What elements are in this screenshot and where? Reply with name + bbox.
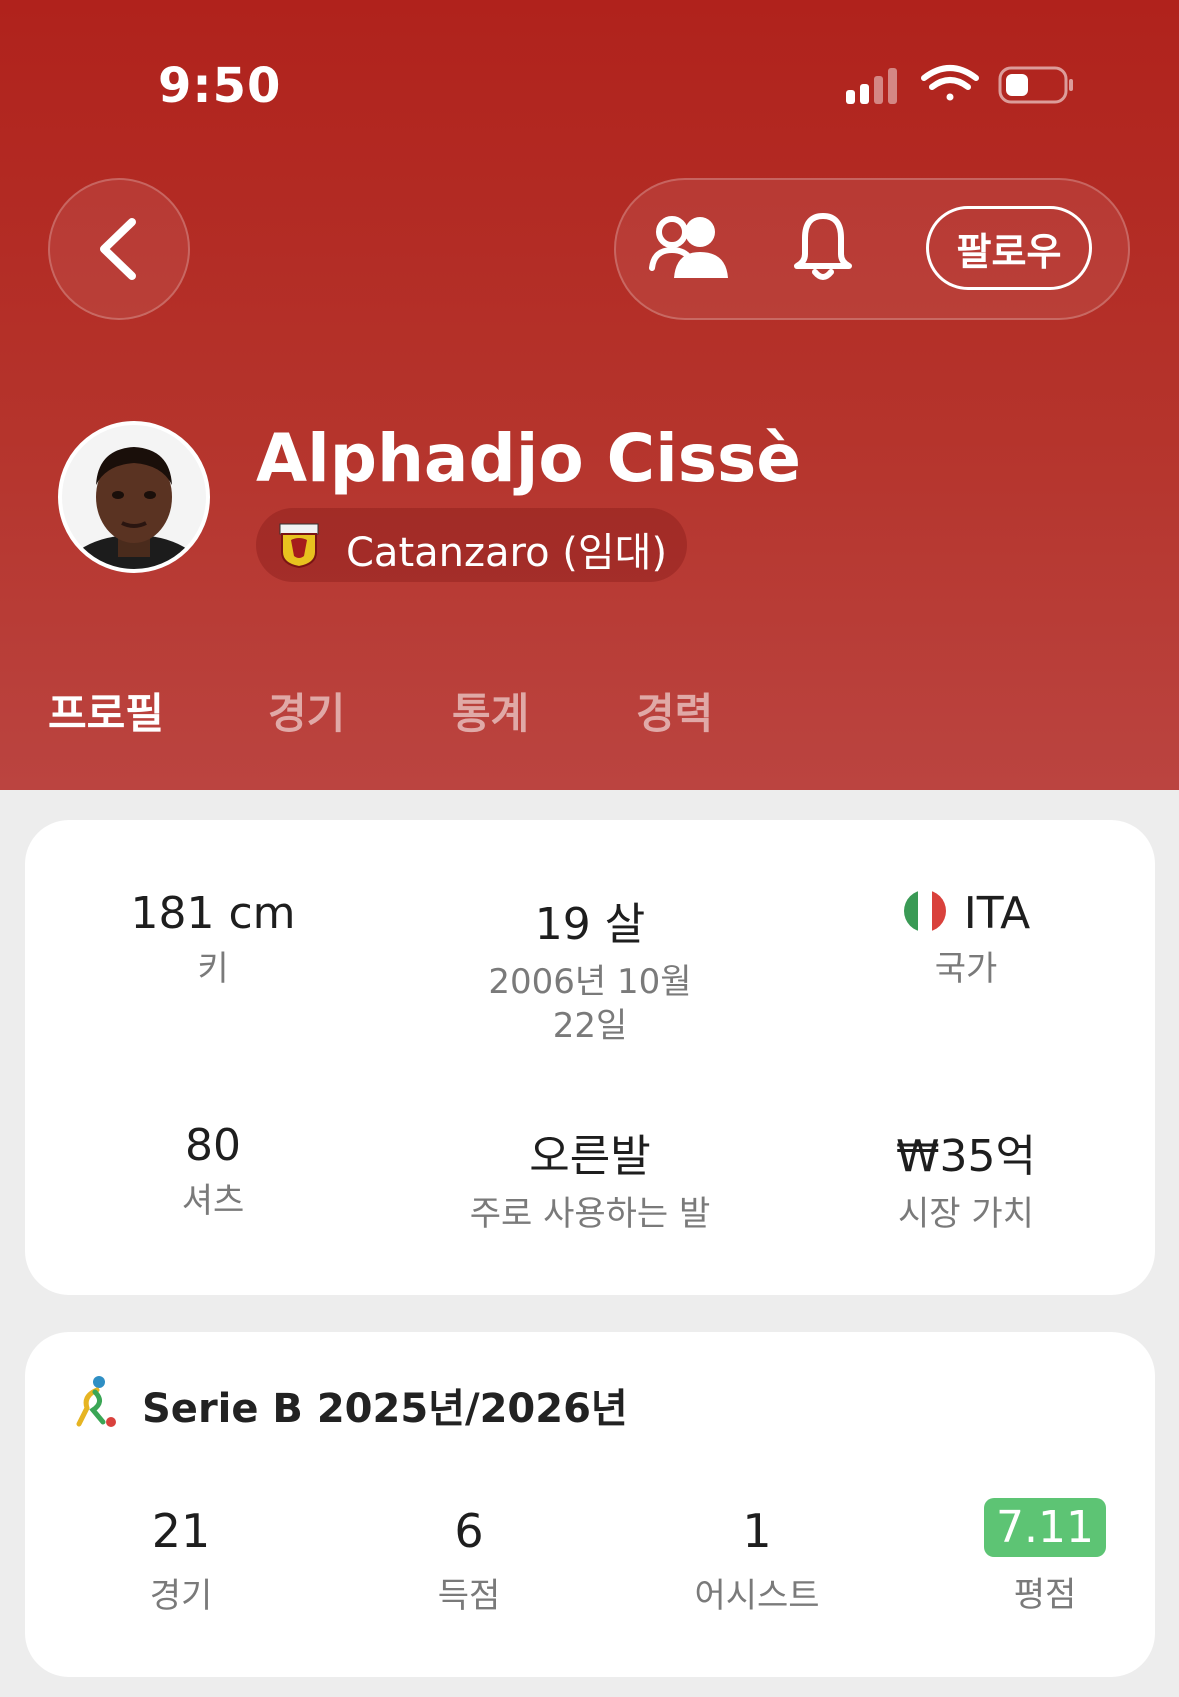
- birthdate-line2: 22일: [552, 1006, 628, 1046]
- tab-career[interactable]: 경력: [636, 680, 713, 741]
- market-value-stat: ₩35억 시장 가치: [778, 1120, 1154, 1236]
- shirt-value: 80: [185, 1120, 241, 1171]
- foot-value: 오른발: [529, 1131, 651, 1182]
- assists-label: 어시스트: [694, 1576, 820, 1616]
- country-label: 국가: [934, 949, 998, 989]
- rating-label: 평점: [1013, 1575, 1077, 1615]
- serie-b-logo-icon: [76, 1376, 116, 1427]
- foot-label: 주로 사용하는 발: [469, 1194, 711, 1234]
- tab-bar: 프로필 경기 통계 경력: [0, 680, 1179, 750]
- country-value: ITA: [778, 888, 1154, 939]
- back-button[interactable]: [48, 178, 190, 320]
- club-crest-icon: [279, 523, 319, 568]
- height-label: 키: [197, 949, 229, 989]
- wifi-icon: [921, 65, 979, 101]
- country-code: ITA: [963, 888, 1031, 939]
- birthdate-line1: 2006년 10월: [488, 962, 692, 1002]
- appearances-value: 21: [151, 1504, 211, 1558]
- player-name: Alphadjo Cissè: [256, 420, 802, 497]
- battery-icon: [998, 66, 1073, 104]
- season-goals: 6 득점: [328, 1504, 610, 1617]
- age-value: 19 살: [534, 899, 646, 950]
- season-stats-card[interactable]: Serie B 2025년/2026년 21 경기 6 득점 1 어시스트 7.…: [25, 1332, 1155, 1677]
- follow-button[interactable]: 팔로우: [926, 206, 1092, 290]
- shirt-stat: 80 셔츠: [25, 1120, 401, 1223]
- season-rating: 7.11 평점: [904, 1498, 1179, 1616]
- goals-value: 6: [454, 1504, 484, 1558]
- height-stat: 181 cm 키: [25, 888, 401, 991]
- tab-stats[interactable]: 통계: [452, 680, 529, 741]
- rating-badge: 7.11: [984, 1498, 1106, 1557]
- italy-flag-icon: [903, 890, 946, 932]
- birthdate-label: 2006년 10월 22일: [402, 960, 778, 1048]
- chevron-left-icon: [100, 218, 136, 280]
- market-value: ₩35억: [896, 1131, 1036, 1182]
- season-appearances: 21 경기: [40, 1504, 322, 1617]
- appearances-label: 경기: [149, 1576, 213, 1616]
- age-stat: 19 살 2006년 10월 22일: [402, 888, 778, 1048]
- foot-stat: 오른발 주로 사용하는 발: [402, 1120, 778, 1236]
- status-icons: [840, 64, 1130, 108]
- season-assists: 1 어시스트: [616, 1504, 898, 1617]
- signal-icon: [846, 68, 897, 104]
- people-icon[interactable]: [648, 212, 730, 282]
- tab-profile[interactable]: 프로필: [48, 680, 164, 741]
- country-stat: ITA 국가: [778, 888, 1154, 991]
- action-bar: 팔로우: [614, 178, 1130, 320]
- player-header: 9:50 팔로우 Alphadjo Cissè Catanzaro (임대) 프…: [0, 0, 1179, 790]
- height-value: 181 cm: [130, 888, 296, 939]
- club-name: Catanzaro (임대): [346, 530, 668, 576]
- status-time: 9:50: [158, 58, 282, 114]
- profile-info-card: 181 cm 키 19 살 2006년 10월 22일 ITA 국가 80 셔츠…: [25, 820, 1155, 1295]
- tab-matches[interactable]: 경기: [268, 680, 345, 741]
- goals-label: 득점: [437, 1576, 501, 1616]
- bell-icon[interactable]: [792, 210, 854, 284]
- club-link[interactable]: Catanzaro (임대): [256, 508, 687, 582]
- league-title: Serie B 2025년/2026년: [142, 1386, 628, 1432]
- shirt-label: 셔츠: [181, 1181, 245, 1221]
- player-avatar: [58, 421, 210, 573]
- assists-value: 1: [742, 1504, 772, 1558]
- market-value-label: 시장 가치: [898, 1194, 1034, 1234]
